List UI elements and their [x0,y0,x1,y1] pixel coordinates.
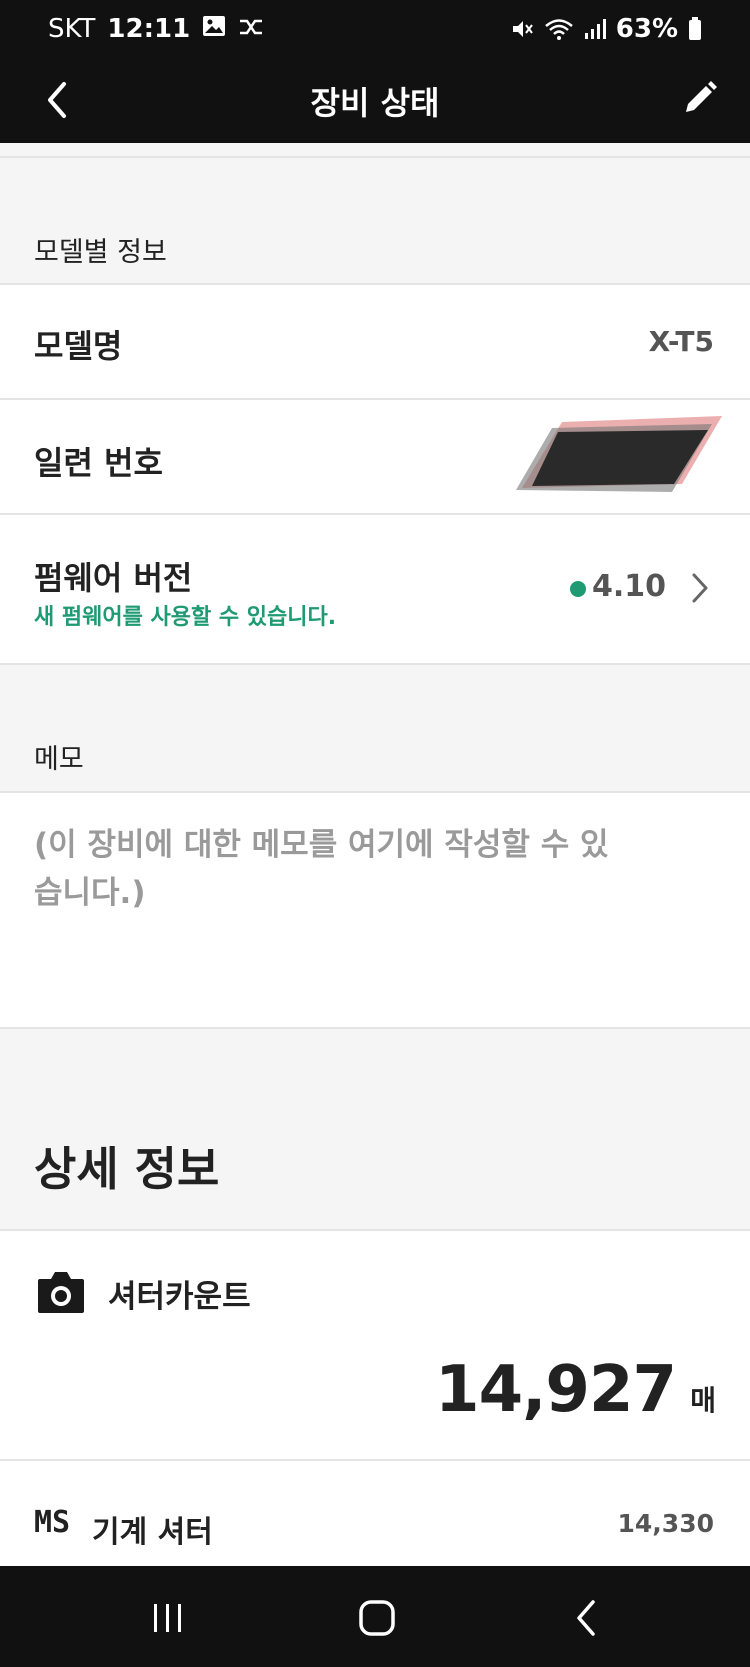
ms-badge: MS [34,1505,71,1540]
carrier-label: SKT [48,14,96,44]
status-bar: SKT 12:11 63% [0,0,750,58]
home-icon[interactable] [355,1596,399,1640]
system-nav-bar [0,1566,750,1667]
shutter-count-unit: 매 [690,1384,716,1417]
section-header-details: 상세 정보 [0,1029,750,1231]
clock: 12:11 [107,14,191,44]
shutter-count-label: 셔터카운트 [108,1279,251,1315]
section-header-memo: 메모 [0,665,750,793]
wifi-icon [544,17,574,41]
section-title: 모델별 정보 [34,237,167,268]
page-title: 장비 상태 [310,84,440,122]
serial-number-label: 일련 번호 [34,444,163,482]
section-header-model-info: 모델별 정보 [0,158,750,285]
section-title: 메모 [34,744,84,775]
image-icon [202,14,226,44]
model-name-row: 모델명 X-T5 [0,285,750,400]
mute-icon [510,17,534,41]
firmware-update-notice: 새 펌웨어를 사용할 수 있습니다. [34,605,337,630]
redacted-serial [512,414,732,494]
mechanical-shutter-label: 기계 셔터 [92,1515,213,1550]
model-name-label: 모델명 [34,327,123,365]
battery-icon [688,17,702,41]
memo-placeholder: (이 장비에 대한 메모를 여기에 작성할 수 있습니다.) [34,827,609,911]
firmware-version: 4.10 [591,569,666,604]
signal-icon [584,18,606,40]
firmware-label: 펌웨어 버전 [34,559,193,597]
model-name-value: X-T5 [648,325,714,358]
firmware-row[interactable]: 펌웨어 버전 새 펌웨어를 사용할 수 있습니다. 4.10 [0,515,750,665]
mechanical-shutter-row: MS 기계 셔터 14,330 [0,1461,750,1566]
shutter-count-value: 14,927 [435,1353,677,1427]
chevron-right-icon [688,571,712,605]
details-title: 상세 정보 [34,1142,220,1196]
update-dot-icon [570,581,586,597]
shutter-count-card: 셔터카운트 14,927 매 [0,1231,750,1461]
status-right: 63% [510,14,702,44]
mechanical-shutter-value: 14,330 [617,1509,714,1538]
camera-icon [36,1269,86,1315]
battery-percent: 63% [615,14,678,44]
spacer [0,143,750,158]
recents-icon[interactable] [146,1596,190,1640]
serial-number-row: 일련 번호 [0,400,750,515]
back-icon[interactable] [565,1596,609,1640]
pencil-icon[interactable] [674,74,724,124]
memo-field[interactable]: (이 장비에 대한 메모를 여기에 작성할 수 있습니다.) [0,793,750,1029]
app-bar: 장비 상태 [0,58,750,143]
shuffle-icon [238,14,264,44]
status-left: SKT 12:11 [48,14,264,44]
